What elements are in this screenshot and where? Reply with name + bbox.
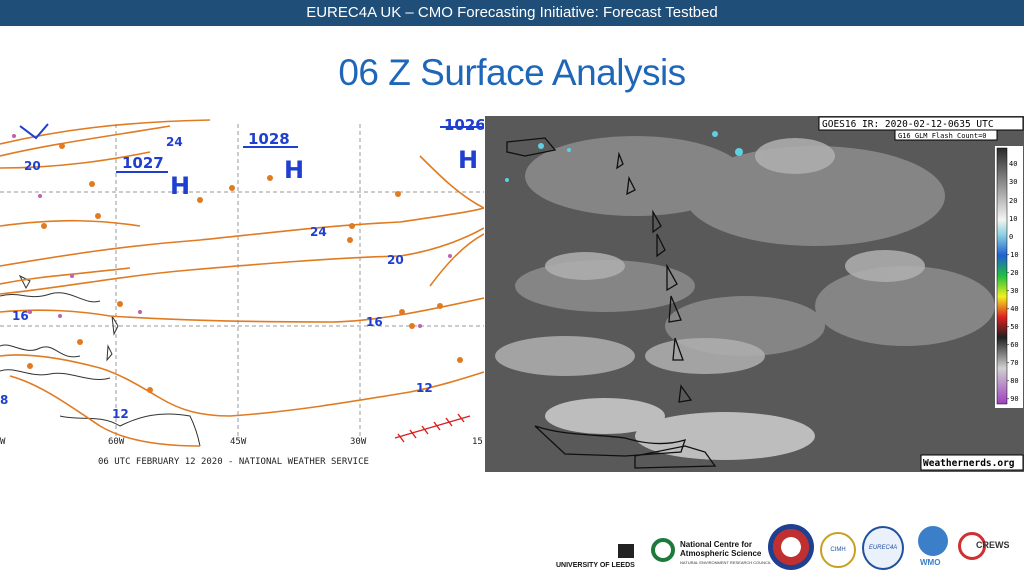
isobar-label: 16 [12,309,29,323]
satellite-image: GOES16 IR: 2020-02-12-0635 UTC G16 GLM F… [485,116,1024,472]
satellite-timestamp: GOES16 IR: 2020-02-12-0635 UTC [822,119,994,130]
scale-tick: -40 [1006,305,1019,313]
scale-tick: 30 [1009,178,1017,186]
slide-title: 06 Z Surface Analysis [338,52,686,93]
scale-tick: -50 [1006,323,1019,331]
scale-tick: 40 [1009,160,1017,168]
scale-tick: 10 [1009,215,1017,223]
high-label-1: H [170,172,190,200]
eurec4a-logo: EUREC4A [862,526,904,570]
ncas-line2: Atmospheric Science [680,549,762,558]
isobar-label: 12 [416,381,433,395]
isobar-label: 8 [0,393,8,407]
isobar-label: 20 [387,253,404,267]
high-label-2: H [284,156,304,184]
isobar-label: 12 [112,407,129,421]
surface-analysis-svg: 1027 1028 1026 H H H 24 20 16 24 20 16 1… [0,116,486,467]
wmo-logo: WMO [920,558,941,567]
longitude-label: 45W [230,437,247,447]
isobar-label: 24 [166,135,183,149]
scale-tick: 0 [1009,233,1013,241]
flash-count: G16 GLM Flash Count=0 [898,132,987,140]
high-label-3: H [458,146,478,174]
wmo-emblem-icon [918,526,948,556]
longitude-label: 60W [108,437,125,447]
scale-tick: -60 [1006,341,1019,349]
ncas-line1: National Centre for [680,540,753,549]
isobar-label: 24 [310,225,327,239]
scale-tick: 20 [1009,197,1017,205]
high-pressure-1: 1027 [122,154,164,172]
ncas-logo-text: National Centre for Atmospheric Science [680,540,761,558]
high-pressure-3: 1026 [444,116,484,134]
isobar-label: 20 [24,159,41,173]
high-pressure-2: 1028 [248,130,290,148]
cmo-seal-icon [768,524,814,570]
university-of-leeds-logo: UNIVERSITY OF LEEDS [556,562,635,569]
cimh-logo: CIMH [820,532,856,568]
surface-analysis-map: 1027 1028 1026 H H H 24 20 16 24 20 16 1… [0,116,486,472]
longitude-label: 30W [350,437,367,447]
scale-tick: -30 [1006,287,1019,295]
scale-tick: -70 [1006,359,1019,367]
partner-logos: UNIVERSITY OF LEEDS National Centre for … [556,520,1024,576]
scale-tick: -10 [1006,251,1019,259]
header-banner: EUREC4A UK – CMO Forecasting Initiative:… [0,0,1024,26]
scale-tick: -90 [1006,395,1019,403]
satellite-credit: Weathernerds.org [923,458,1015,469]
map-caption: 06 UTC FEBRUARY 12 2020 - NATIONAL WEATH… [98,457,369,467]
ncas-sub: NATURAL ENVIRONMENT RESEARCH COUNCIL [680,560,772,565]
crews-logo: CREWS [976,540,1010,550]
satellite-svg: GOES16 IR: 2020-02-12-0635 UTC G16 GLM F… [485,116,1024,472]
ncas-logo-icon [651,538,675,562]
scale-tick: -80 [1006,377,1019,385]
scale-tick: -20 [1006,269,1019,277]
leeds-crest-icon [618,544,634,558]
longitude-label: W [0,437,6,447]
isobar-label: 16 [366,315,383,329]
longitude-label: 15 [472,437,483,447]
